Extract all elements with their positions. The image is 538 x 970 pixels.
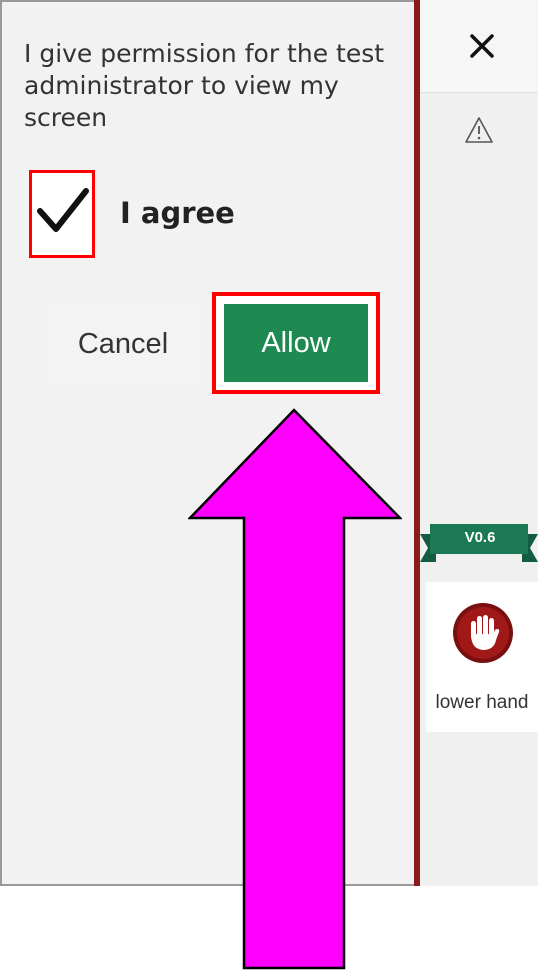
lower-hand-panel[interactable]: lower hand (426, 582, 538, 732)
allow-button[interactable]: Allow (224, 304, 368, 382)
close-area (420, 0, 538, 93)
cancel-button[interactable]: Cancel (48, 302, 198, 386)
allow-highlight: Allow (212, 292, 380, 394)
permission-text: I give permission for the test administr… (24, 39, 385, 132)
warning-icon[interactable] (464, 116, 494, 144)
lower-hand-label[interactable]: lower hand (426, 692, 538, 714)
raised-hand-icon[interactable] (452, 602, 514, 664)
version-label: V0.6 (464, 529, 496, 546)
checkmark-icon (37, 188, 89, 232)
annotation-arrow (188, 408, 402, 970)
side-panel: V0.6 lower hand (420, 0, 538, 886)
close-icon[interactable] (464, 28, 500, 64)
agree-checkbox[interactable] (29, 170, 95, 258)
agree-label[interactable]: I agree (120, 196, 235, 230)
